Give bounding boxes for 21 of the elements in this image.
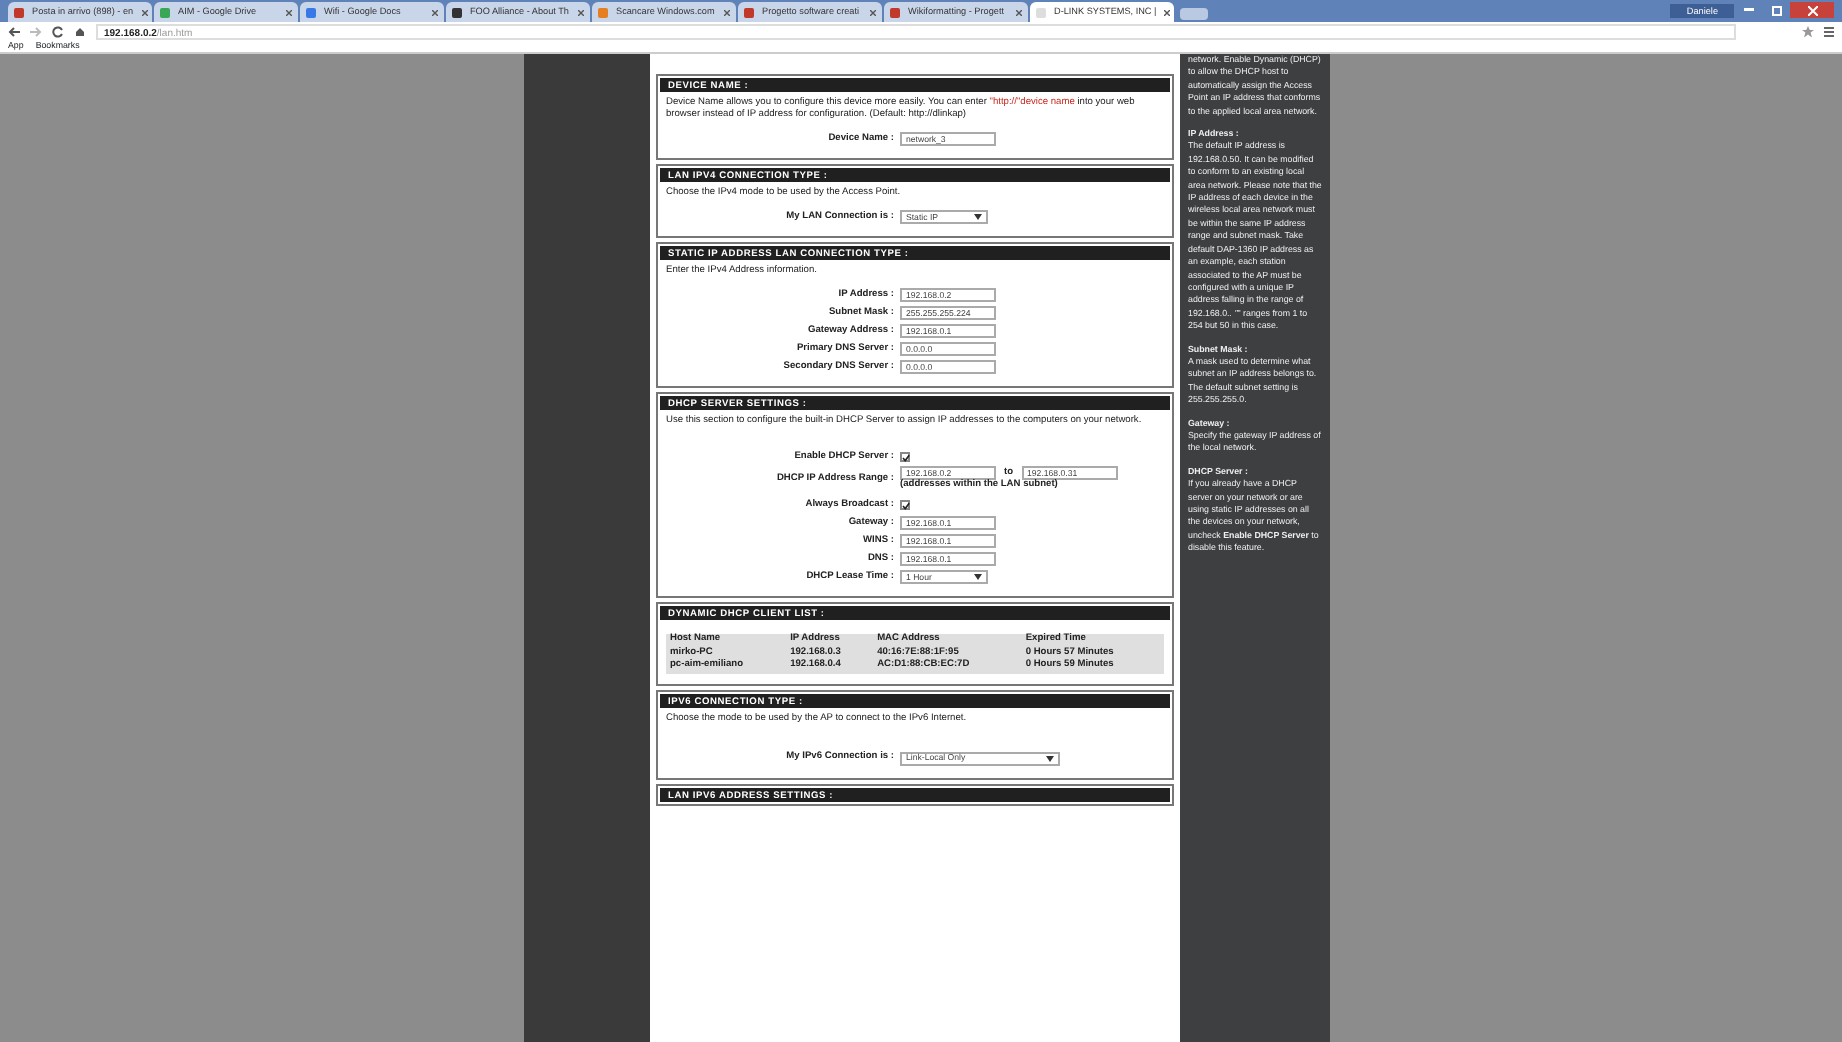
menu-icon[interactable] [1824,25,1834,37]
close-icon [1807,5,1817,15]
minimize-icon [1743,8,1753,12]
reload-icon[interactable] [52,25,64,37]
close-icon[interactable] [432,9,438,15]
caret-icon [974,214,982,220]
checkbox[interactable] [900,500,910,510]
back-icon[interactable] [8,25,20,37]
caret-icon [974,574,982,580]
close-icon[interactable] [578,9,584,15]
close-icon[interactable] [141,9,148,15]
close-icon[interactable] [1016,9,1022,15]
close-button[interactable] [1790,2,1834,18]
close-icon[interactable] [724,9,730,15]
close-icon[interactable] [286,9,292,15]
caret-icon [1046,755,1054,761]
star-icon[interactable] [1802,25,1814,37]
maximize-icon [1771,5,1781,15]
close-icon[interactable] [870,9,876,15]
checkbox[interactable] [900,452,910,462]
close-icon[interactable] [1164,9,1171,15]
